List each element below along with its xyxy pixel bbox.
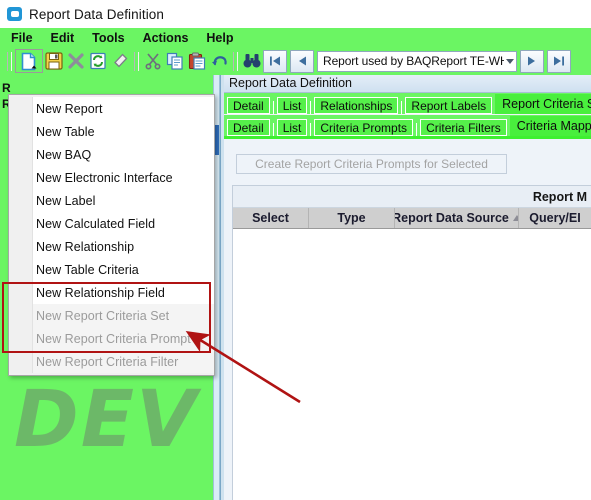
menu-item-new-table[interactable]: New Table <box>9 120 214 143</box>
menu-item-help[interactable]: Help <box>204 30 235 46</box>
window-title: Report Data Definition <box>29 6 165 22</box>
toolbar: Report used by BAQReport TE-WHS <box>0 47 591 75</box>
menu-item-new-table-criteria[interactable]: New Table Criteria <box>9 258 214 281</box>
panel-title: Report Data Definition <box>224 75 591 93</box>
menu-item-new-report-criteria-prompt-label: New Report Criteria Prompt <box>36 331 191 346</box>
menu-item-new-relationship[interactable]: New Relationship <box>9 235 214 258</box>
menu-bar: File Edit Tools Actions Help <box>0 28 591 47</box>
subtab-criteria-filters[interactable]: Criteria Filters <box>420 119 507 136</box>
report-mappings-grid[interactable]: Report M Select Type Report Data Source … <box>232 185 591 500</box>
chevron-down-icon[interactable] <box>506 58 514 64</box>
tab-report-labels[interactable]: Report Labels <box>405 97 493 114</box>
application-window: File Edit Tools Actions Help Report used… <box>0 28 591 500</box>
menu-item-new-relationship-field-label: New Relationship Field <box>36 285 165 300</box>
column-header-report-data-source-label: Report Data Source <box>395 211 509 225</box>
menu-item-new-relationship-label: New Relationship <box>36 239 135 254</box>
copy-icon[interactable] <box>164 50 186 72</box>
menu-item-new-relationship-field[interactable]: New Relationship Field <box>9 281 214 304</box>
column-header-report-data-source[interactable]: Report Data Source <box>395 208 519 228</box>
save-disk-icon[interactable] <box>43 50 65 72</box>
create-report-criteria-prompts-button[interactable]: Create Report Criteria Prompts for Selec… <box>236 154 507 174</box>
tab-separator <box>310 123 312 136</box>
right-content-panel: Report Data Definition Detail List Relat… <box>224 75 591 500</box>
subtab-detail[interactable]: Detail <box>227 119 270 136</box>
new-menu[interactable]: New Report New Table New BAQ New Electro… <box>8 94 215 376</box>
grid-body[interactable] <box>233 229 591 500</box>
record-selector-value: Report used by BAQReport TE-WHS <box>323 54 504 68</box>
eraser-icon[interactable] <box>109 50 131 72</box>
tab-separator <box>310 101 312 114</box>
dev-watermark: DEV <box>14 375 199 465</box>
tab-report-criteria-sets[interactable]: Report Criteria Sets <box>495 94 591 114</box>
next-record-button[interactable] <box>520 49 544 73</box>
tab-separator <box>272 123 274 136</box>
menu-item-new-table-criteria-label: New Table Criteria <box>36 262 139 277</box>
primary-tab-bar: Detail List Relationships Report Labels … <box>224 93 591 114</box>
menu-item-new-electronic-interface[interactable]: New Electronic Interface <box>9 166 214 189</box>
subtab-list[interactable]: List <box>276 119 308 136</box>
menu-icon-strip <box>9 97 33 373</box>
toolbar-grip-3 <box>233 51 238 71</box>
tab-separator <box>272 101 274 114</box>
secondary-tab-bar: Detail List Criteria Prompts Criteria Fi… <box>224 115 591 136</box>
menu-item-new-calculated-field-label: New Calculated Field <box>36 216 156 231</box>
menu-item-new-electronic-interface-label: New Electronic Interface <box>36 170 173 185</box>
toolbar-grip-2 <box>134 51 139 71</box>
menu-item-new-report[interactable]: New Report <box>9 97 214 120</box>
menu-item-new-report-criteria-set-label: New Report Criteria Set <box>36 308 170 323</box>
menu-item-new-label[interactable]: New Label <box>9 189 214 212</box>
tab-relationships[interactable]: Relationships <box>314 97 399 114</box>
refresh-icon[interactable] <box>87 50 109 72</box>
menu-item-actions[interactable]: Actions <box>141 30 191 46</box>
previous-record-button[interactable] <box>290 49 314 73</box>
window-title-bar: Report Data Definition <box>0 0 591 28</box>
column-header-type[interactable]: Type <box>309 208 395 228</box>
menu-item-edit[interactable]: Edit <box>49 30 77 46</box>
new-document-icon[interactable] <box>15 49 43 73</box>
menu-item-new-report-criteria-set: New Report Criteria Set <box>9 304 214 327</box>
subtab-criteria-prompts[interactable]: Criteria Prompts <box>314 119 414 136</box>
delete-x-icon[interactable] <box>65 50 87 72</box>
menu-item-new-report-criteria-prompt: New Report Criteria Prompt <box>9 327 214 350</box>
last-record-button[interactable] <box>547 49 571 73</box>
first-record-button[interactable] <box>263 49 287 73</box>
tab-detail[interactable]: Detail <box>227 97 270 114</box>
grid-group-header: Report M <box>233 186 591 208</box>
column-header-query-ei[interactable]: Query/EI <box>519 208 591 228</box>
menu-item-new-label-label: New Label <box>36 193 96 208</box>
menu-item-new-report-criteria-filter-label: New Report Criteria Filter <box>36 354 179 369</box>
undo-arrow-icon[interactable] <box>208 50 230 72</box>
menu-item-new-baq-label: New BAQ <box>36 147 92 162</box>
subtab-criteria-mappings[interactable]: Criteria Mappings <box>509 116 591 136</box>
grid-header-row: Select Type Report Data Source Query/EI <box>233 208 591 229</box>
tab-separator <box>416 123 418 136</box>
tab-list[interactable]: List <box>276 97 308 114</box>
toolbar-grip <box>7 51 12 71</box>
tab-separator <box>401 101 403 114</box>
menu-item-new-baq[interactable]: New BAQ <box>9 143 214 166</box>
menu-item-new-report-label: New Report <box>36 101 103 116</box>
menu-item-tools[interactable]: Tools <box>90 30 126 46</box>
menu-item-new-report-criteria-filter: New Report Criteria Filter <box>9 350 214 373</box>
menu-item-file[interactable]: File <box>9 30 35 46</box>
column-header-select[interactable]: Select <box>233 208 309 228</box>
tree-item-1[interactable]: R <box>2 81 11 95</box>
window-icon <box>7 7 22 21</box>
menu-item-new-table-label: New Table <box>36 124 95 139</box>
scissors-icon[interactable] <box>142 50 164 72</box>
record-selector-combo[interactable]: Report used by BAQReport TE-WHS <box>317 50 517 72</box>
menu-item-new-calculated-field[interactable]: New Calculated Field <box>9 212 214 235</box>
binoculars-icon[interactable] <box>241 50 263 72</box>
paste-clipboard-icon[interactable] <box>186 50 208 72</box>
